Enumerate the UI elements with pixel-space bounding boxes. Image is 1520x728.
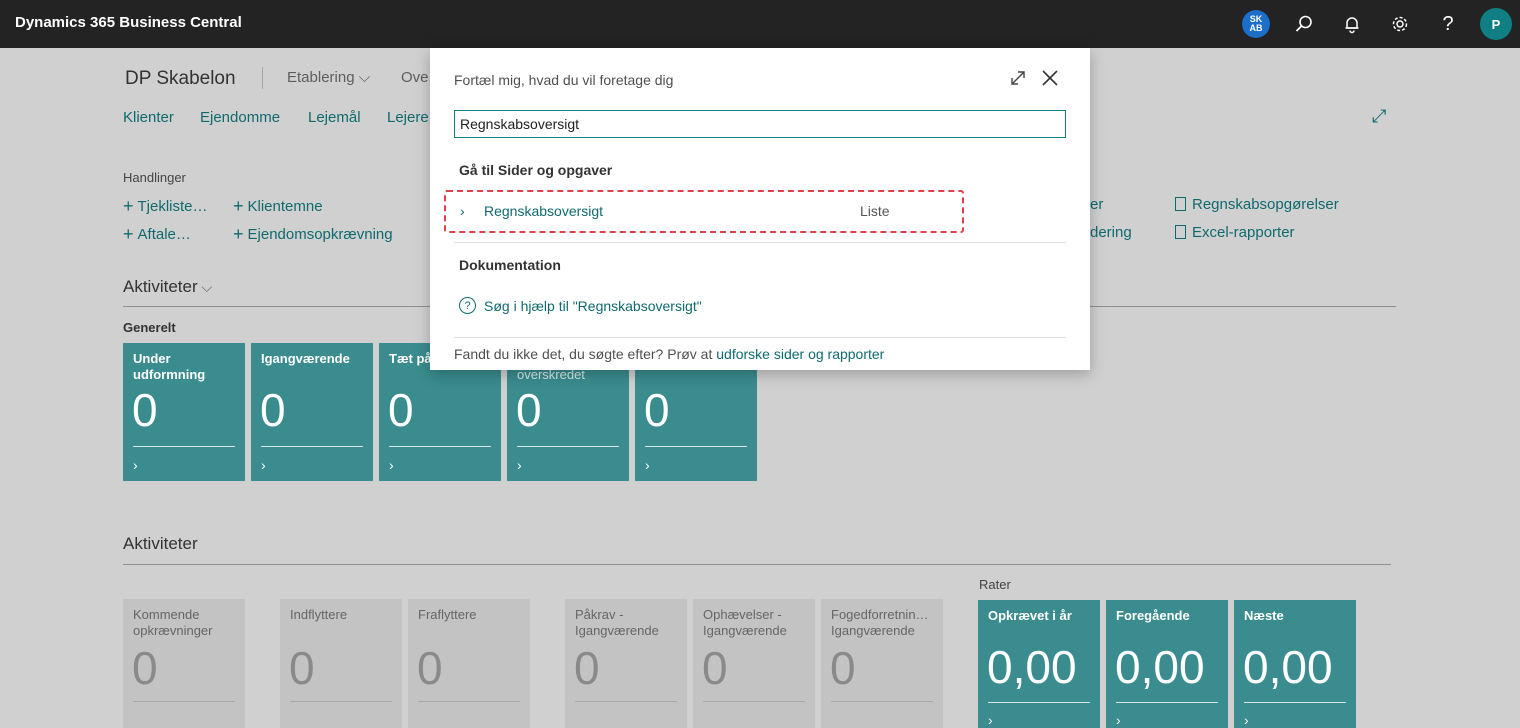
report-excel-rapporter[interactable]: Excel-rapporter: [1175, 224, 1295, 241]
tile-kommende-opkraevninger[interactable]: Kommende opkrævninger 0: [123, 599, 245, 728]
tile-opkraevet-i-aar[interactable]: Opkrævet i år 0,00 ›: [978, 600, 1100, 728]
report-icon: [1175, 225, 1186, 239]
chevron-right-icon: ›: [517, 457, 522, 473]
plus-icon: +: [123, 224, 134, 244]
plus-icon: +: [233, 224, 244, 244]
plus-icon: +: [233, 196, 244, 216]
tile-indflyttere[interactable]: Indflyttere 0: [280, 599, 402, 728]
plus-icon: +: [123, 196, 134, 216]
nav-link-lejere[interactable]: Lejere: [387, 109, 429, 126]
action-ejendomsopkraevning[interactable]: + Ejendomsopkrævning: [233, 224, 393, 245]
tile-paakrav[interactable]: Påkrav - Igangværende 0: [565, 599, 687, 728]
app-title[interactable]: Dynamics 365 Business Central: [15, 14, 242, 31]
activities-bottom-title: Aktiviteter: [123, 534, 198, 553]
explore-pages-link[interactable]: udforske sider og rapporter: [716, 346, 884, 362]
bell-icon[interactable]: [1340, 12, 1364, 36]
expand-icon[interactable]: [1008, 68, 1028, 88]
section-docs-title: Dokumentation: [459, 257, 561, 273]
chevron-down-icon: ⌵: [197, 279, 213, 295]
nav-link-ejendomme[interactable]: Ejendomme: [200, 109, 280, 126]
action-aftale[interactable]: + Aftale…: [123, 224, 191, 245]
question-circle-icon: ?: [459, 297, 476, 314]
action-klientemne[interactable]: + Klientemne: [233, 196, 323, 217]
divider: [123, 564, 1391, 565]
search-icon[interactable]: [1292, 12, 1316, 36]
action-tjekliste[interactable]: + Tjekliste…: [123, 196, 208, 217]
activities-title[interactable]: Aktiviteter ⌵: [123, 277, 212, 297]
report-regnskabsopgoerelser[interactable]: Regnskabsopgørelser: [1175, 196, 1339, 213]
tile-foregaaende[interactable]: Foregående 0,00 ›: [1106, 600, 1228, 728]
chevron-down-icon: ⌵: [358, 69, 371, 86]
chevron-right-icon: ›: [645, 457, 650, 473]
tile-under-udformning[interactable]: Under udformning 0 ›: [123, 343, 245, 481]
help-search-link[interactable]: Søg i hjælp til "Regnskabsoversigt": [484, 298, 702, 314]
avatar[interactable]: P: [1480, 8, 1512, 40]
divider: [454, 337, 1066, 338]
tile-ophaevelser[interactable]: Ophævelser - Igangværende 0: [693, 599, 815, 728]
result-regnskabsoversigt[interactable]: Regnskabsoversigt: [484, 203, 603, 219]
divider: [262, 67, 263, 89]
close-icon[interactable]: [1040, 68, 1060, 88]
group-generelt: Generelt: [123, 320, 176, 335]
dialog-footer: Fandt du ikke det, du søgte efter? Prøv …: [454, 346, 885, 362]
tile-naeste[interactable]: Næste 0,00 ›: [1234, 600, 1356, 728]
search-input[interactable]: [454, 110, 1066, 138]
tile-fogedforretninger[interactable]: Fogedforretnin… Igangværende 0: [821, 599, 943, 728]
help-icon[interactable]: ?: [1436, 12, 1460, 36]
action-partial-2[interactable]: dering: [1090, 224, 1132, 241]
chevron-right-icon: ›: [1116, 712, 1121, 728]
menu-etablering[interactable]: Etablering ⌵: [287, 69, 370, 86]
tile-igangvaerende[interactable]: Igangværende 0 ›: [251, 343, 373, 481]
dialog-prompt: Fortæl mig, hvad du vil foretage dig: [454, 72, 674, 88]
tile-fraflyttere[interactable]: Fraflyttere 0: [408, 599, 530, 728]
rates-title: Rater: [979, 577, 1011, 592]
gear-icon[interactable]: [1388, 12, 1412, 36]
nav-link-klienter[interactable]: Klienter: [123, 109, 174, 126]
chevron-right-icon: ›: [460, 203, 465, 219]
company-badge[interactable]: SK AB: [1242, 10, 1270, 38]
result-type: Liste: [860, 203, 890, 219]
action-partial-1[interactable]: er: [1090, 196, 1103, 213]
nav-link-lejemaal[interactable]: Lejemål: [308, 109, 361, 126]
chevron-right-icon: ›: [389, 457, 394, 473]
chevron-right-icon: ›: [1244, 712, 1249, 728]
chevron-right-icon: ›: [133, 457, 138, 473]
chevron-right-icon: ›: [261, 457, 266, 473]
divider: [454, 242, 1066, 243]
expand-icon[interactable]: ⤢: [1372, 106, 1386, 127]
actions-title: Handlinger: [123, 170, 186, 185]
company-name: DP Skabelon: [125, 68, 236, 89]
menu-oversigt[interactable]: Ove: [401, 69, 429, 86]
chevron-right-icon: ›: [988, 712, 993, 728]
section-pages-title: Gå til Sider og opgaver: [459, 162, 613, 178]
report-icon: [1175, 197, 1186, 211]
tell-me-dialog: Fortæl mig, hvad du vil foretage dig Gå …: [430, 48, 1090, 370]
